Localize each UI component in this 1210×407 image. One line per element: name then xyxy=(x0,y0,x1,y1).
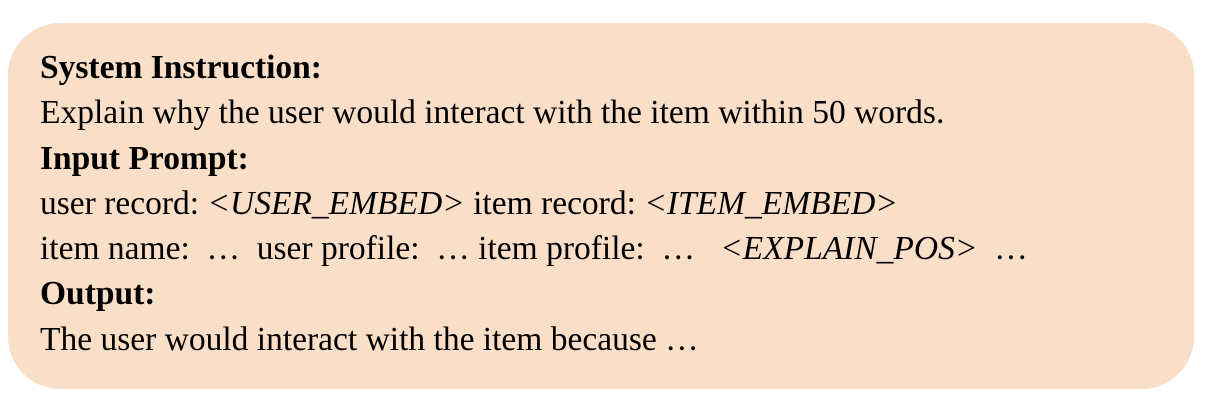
explain-pos-token: <EXPLAIN_POS> xyxy=(720,230,978,268)
item-embed-token: <ITEM_EMBED> xyxy=(644,184,898,222)
output-text: The user would interact with the item be… xyxy=(40,320,699,358)
input-prompt-line-profiles: item name: … user profile: … item profil… xyxy=(40,226,1194,271)
output-heading: Output: xyxy=(40,275,156,313)
input-prompt-heading: Input Prompt: xyxy=(40,139,249,177)
system-instruction-text: Explain why the user would interact with… xyxy=(40,94,945,132)
item-record-label: item record: xyxy=(464,184,645,222)
input-prompt-line-records: user record: <USER_EMBED> item record: <… xyxy=(40,181,1194,226)
prompt-template-box: System Instruction: Explain why the user… xyxy=(8,23,1194,389)
user-embed-token: <USER_EMBED> xyxy=(207,184,465,222)
trailing-ellipsis: … xyxy=(977,230,1028,268)
user-record-label: user record: xyxy=(40,184,208,222)
system-instruction-heading: System Instruction: xyxy=(40,49,322,86)
profile-fields-text: item name: … user profile: … item profil… xyxy=(40,230,721,268)
